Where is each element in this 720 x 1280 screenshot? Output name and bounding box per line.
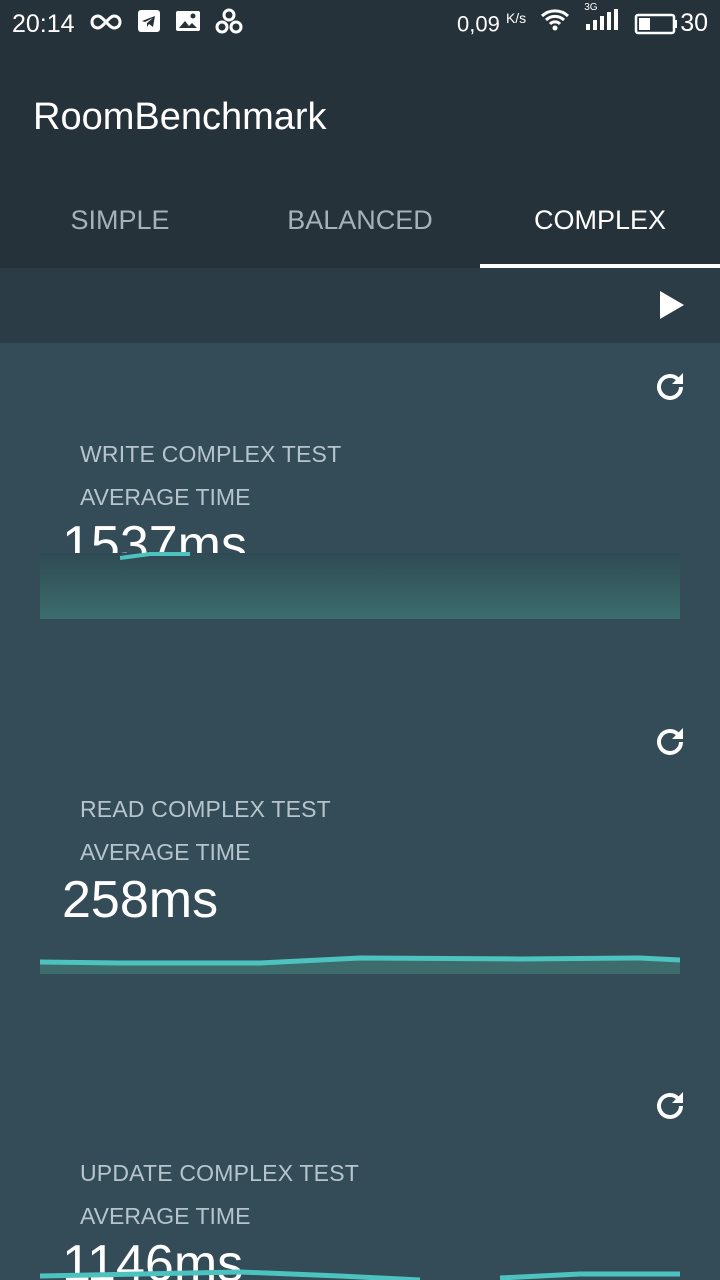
battery-level: 30	[680, 9, 708, 37]
status-bar: 20:14 0,09 K/s 3G 30	[0, 0, 720, 46]
battery-icon: 30	[634, 9, 708, 38]
app-title: RoomBenchmark	[33, 96, 327, 138]
test-name: READ COMPLEX TEST	[80, 796, 331, 822]
chart-line-fragment	[120, 552, 190, 560]
tab-simple[interactable]: SIMPLE	[0, 170, 240, 268]
refresh-button[interactable]	[652, 724, 688, 760]
value-clip: 1537ms	[0, 343, 720, 553]
play-icon	[660, 291, 684, 319]
infinity-icon	[89, 10, 123, 39]
telegram-icon	[137, 9, 161, 40]
test-card-update: UPDATE COMPLEX TEST AVERAGE TIME 1146ms	[0, 1062, 720, 1280]
refresh-icon	[657, 728, 683, 755]
status-time: 20:14	[12, 10, 75, 38]
value-clip: 1146ms	[0, 1062, 720, 1280]
average-time-label: AVERAGE TIME	[80, 839, 251, 865]
chart-area	[40, 553, 680, 619]
tab-complex[interactable]: COMPLEX	[480, 170, 720, 268]
time-chart	[40, 1269, 680, 1280]
toolbar	[0, 268, 720, 343]
play-button[interactable]	[658, 289, 686, 321]
network-speed: 0,09 K/s	[457, 9, 527, 37]
tab-bar: SIMPLE BALANCED COMPLEX	[0, 170, 720, 268]
average-time-value: 1537ms	[62, 516, 247, 553]
app-bar: RoomBenchmark	[0, 46, 720, 170]
pinwheel-icon	[215, 8, 243, 41]
test-card-read: READ COMPLEX TEST AVERAGE TIME 258ms	[0, 698, 720, 1058]
average-time-value: 258ms	[62, 871, 219, 929]
gallery-icon	[175, 9, 201, 40]
wifi-icon	[540, 8, 570, 39]
time-chart	[40, 955, 680, 974]
tab-balanced[interactable]: BALANCED	[240, 170, 480, 268]
cell-signal-icon: 3G	[584, 2, 620, 39]
test-card-write: WRITE COMPLEX TEST AVERAGE TIME 1537ms	[0, 343, 720, 703]
